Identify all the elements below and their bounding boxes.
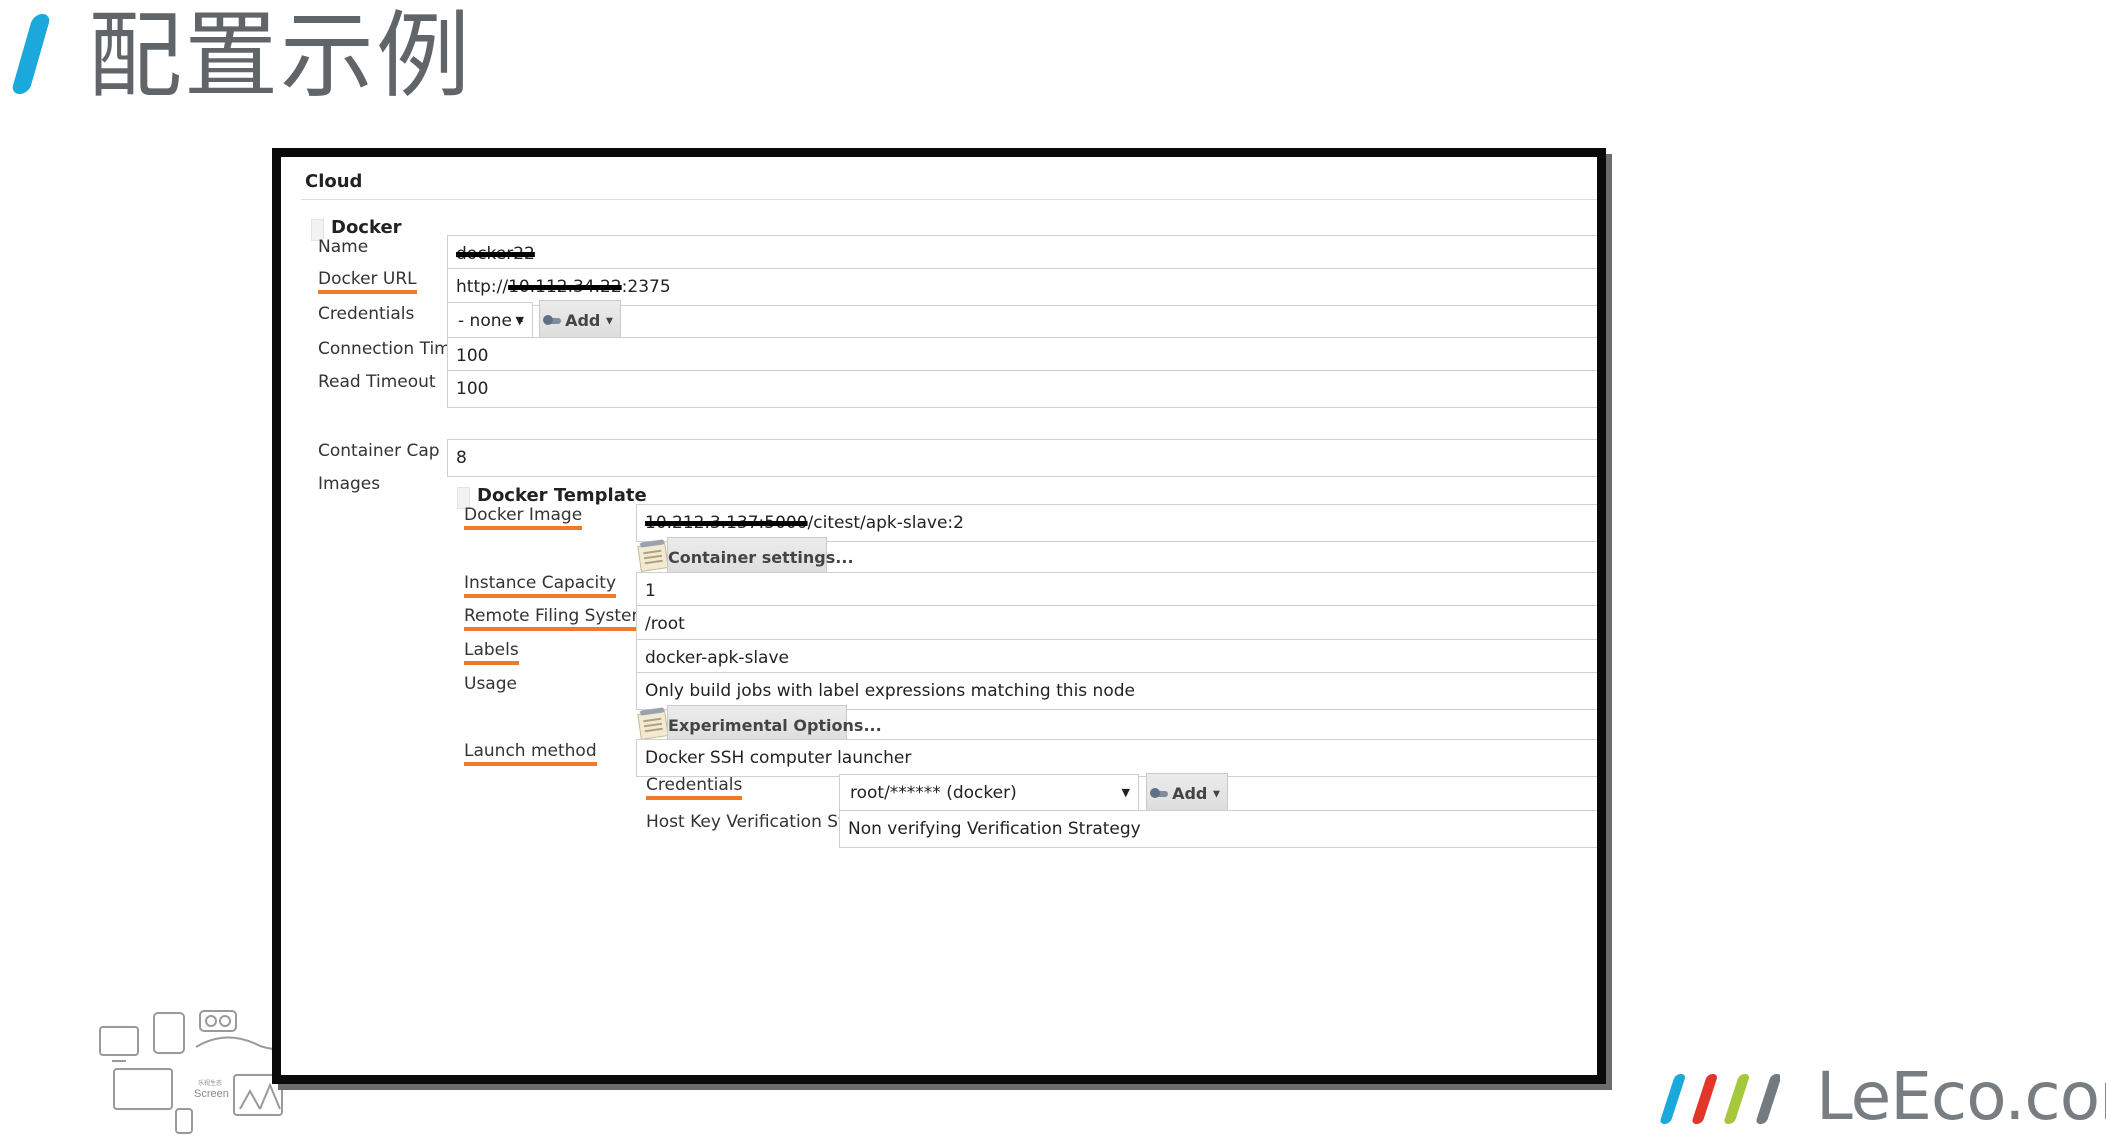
- screen-caption: Screen: [194, 1088, 229, 1100]
- instance-capacity-label: Instance Capacity: [464, 573, 617, 598]
- credentials-add-label: Add: [565, 311, 601, 330]
- key-icon: [543, 314, 562, 325]
- read-timeout-input[interactable]: 100: [447, 370, 1597, 408]
- instance-capacity-label-text: Instance Capacity: [464, 573, 617, 598]
- container-cap-input[interactable]: 8: [447, 439, 1597, 477]
- docker-image-label: Docker Image: [464, 505, 583, 530]
- brand-bar: [1660, 1074, 1685, 1124]
- docker-url-label: Docker URL: [318, 269, 417, 294]
- brand-bars-icon: [1660, 1074, 1780, 1124]
- docker-block-title: Docker: [331, 217, 402, 238]
- caret-down-icon: ▼: [1212, 789, 1220, 800]
- ssh-credentials-add-label: Add: [1172, 784, 1208, 803]
- labels-label: Labels: [464, 640, 519, 665]
- launch-method-select[interactable]: Docker SSH computer launcher: [636, 739, 1597, 777]
- docker-image-registry-redacted: 10.212.3.137:5000: [645, 513, 808, 533]
- docker-template-title: Docker Template: [477, 485, 647, 506]
- docker-image-path: /citest/apk-slave:2: [807, 513, 964, 533]
- docker-image-label-text: Docker Image: [464, 505, 583, 530]
- notepad-icon: [637, 710, 669, 740]
- host-key-strategy-select[interactable]: Non verifying Verification Strategy: [839, 810, 1597, 848]
- credentials-select[interactable]: - none - ▼: [447, 302, 533, 340]
- ssh-credentials-label-text: Credentials: [646, 775, 743, 800]
- brand-bar: [1724, 1074, 1749, 1124]
- docker-url-host-redacted: 10.112.34.22: [508, 277, 622, 297]
- dropdown-caret-icon: ▼: [515, 314, 524, 327]
- credentials-add-button[interactable]: Add ▼: [539, 300, 621, 342]
- ssh-credentials-select[interactable]: root/****** (docker) ▼: [839, 774, 1139, 812]
- docker-url-prefix: http://: [456, 277, 509, 297]
- dropdown-caret-icon: ▼: [1121, 786, 1130, 799]
- brand-logo: LeEco.com: [1650, 1060, 2106, 1134]
- credentials-label: Credentials: [318, 304, 415, 324]
- read-timeout-label: Read Timeout: [318, 372, 436, 392]
- brand-bar: [1756, 1074, 1780, 1124]
- title-accent-slash: [10, 14, 52, 94]
- credentials-selected: - none -: [458, 311, 524, 331]
- docker-url-port: :2375: [621, 277, 671, 297]
- cloud-section-title: Cloud: [305, 171, 363, 192]
- name-value-redacted: docker22: [456, 244, 535, 264]
- ssh-credentials-label: Credentials: [646, 775, 743, 800]
- usage-label: Usage: [464, 674, 517, 694]
- brand-bar: [1692, 1074, 1717, 1124]
- ssh-credentials-selected: root/****** (docker): [850, 783, 1017, 803]
- notepad-icon: [637, 542, 669, 572]
- launch-method-label: Launch method: [464, 741, 597, 766]
- brand-caption-tiny: 乐视生态: [198, 1079, 222, 1087]
- brand-name: LeEco.com: [1816, 1058, 2106, 1135]
- section-divider: [301, 199, 1597, 200]
- images-label: Images: [318, 474, 381, 494]
- name-label: Name: [318, 237, 369, 257]
- jenkins-cloud-config-panel: Cloud Docker Name docker22 Docker URL ht…: [272, 148, 1606, 1084]
- caret-down-icon: ▼: [605, 316, 613, 327]
- labels-label-text: Labels: [464, 640, 519, 665]
- docker-url-label-text: Docker URL: [318, 269, 417, 294]
- ssh-credentials-add-button[interactable]: Add ▼: [1146, 773, 1228, 815]
- slide-title: 配置示例: [88, 2, 473, 111]
- container-cap-label: Container Cap: [318, 441, 440, 461]
- launch-method-label-text: Launch method: [464, 741, 597, 766]
- key-icon: [1150, 787, 1169, 798]
- remote-fs-root-input[interactable]: /root: [636, 605, 1597, 643]
- launch-method-value: Docker SSH computer launcher: [645, 740, 911, 776]
